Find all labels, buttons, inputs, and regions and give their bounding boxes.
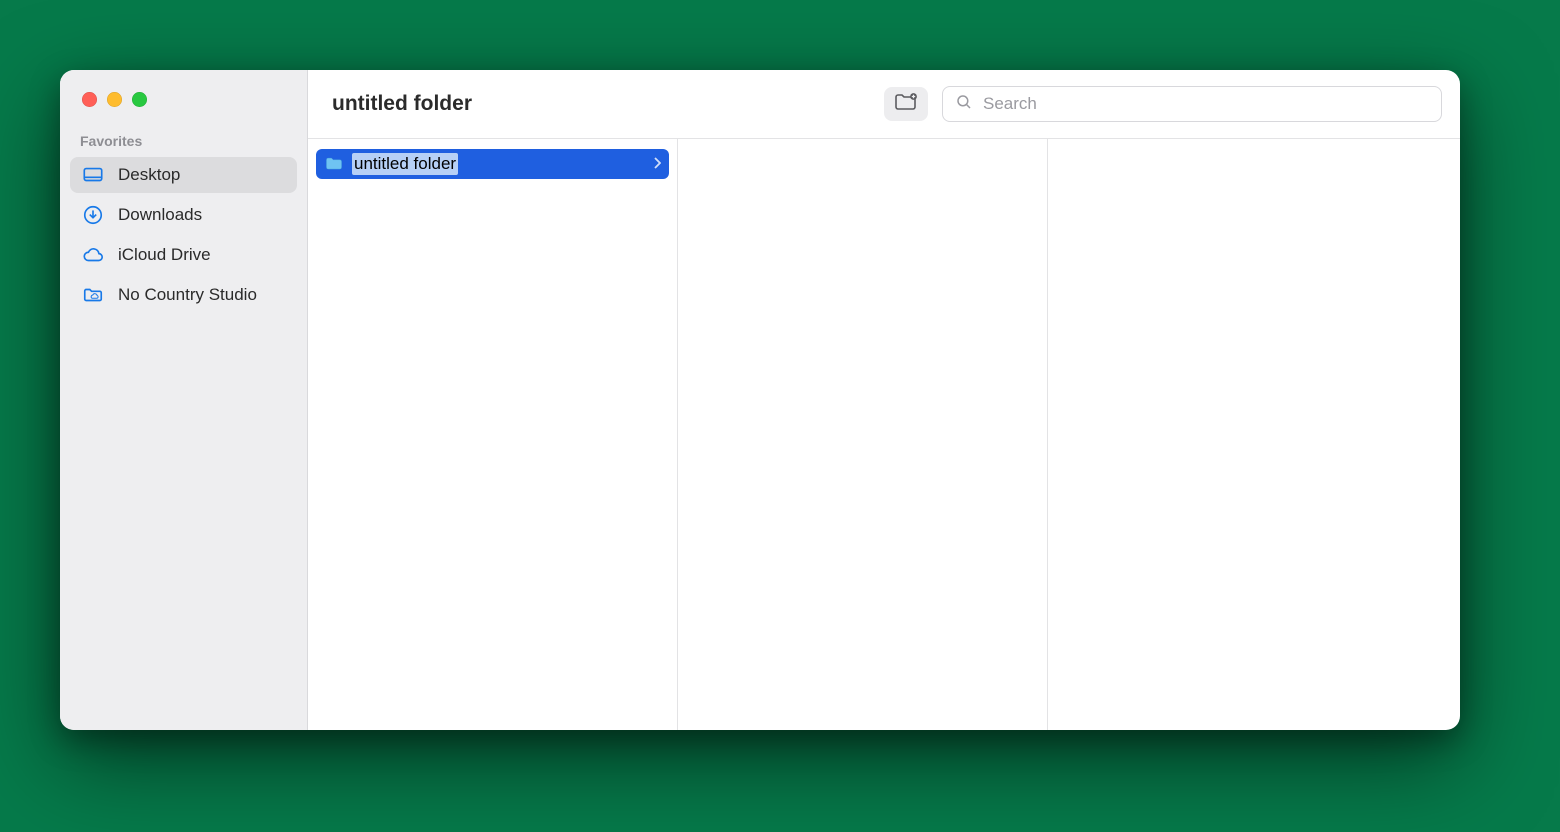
file-name-editing[interactable]: untitled folder [352,153,458,175]
chevron-right-icon [653,156,661,172]
sidebar-section-favorites: Favorites [60,121,307,155]
sidebar-item-downloads[interactable]: Downloads [70,197,297,233]
file-row[interactable]: untitled folder [316,149,669,179]
zoom-window-button[interactable] [132,92,147,107]
column-2[interactable] [678,139,1048,730]
toolbar: untitled folder [308,70,1460,138]
sidebar: Favorites Desktop Downloads [60,70,308,730]
close-window-button[interactable] [82,92,97,107]
cloud-icon [82,244,104,266]
sidebar-item-label: Desktop [118,165,180,185]
sidebar-item-label: No Country Studio [118,285,257,305]
sidebar-item-no-country-studio[interactable]: No Country Studio [70,277,297,313]
minimize-window-button[interactable] [107,92,122,107]
window-title: untitled folder [332,92,472,116]
search-icon [955,93,973,116]
column-view: untitled folder [308,138,1460,730]
sidebar-item-desktop[interactable]: Desktop [70,157,297,193]
main-content: untitled folder [308,70,1460,730]
sidebar-item-label: Downloads [118,205,202,225]
search-input[interactable] [983,94,1429,114]
column-1[interactable]: untitled folder [308,139,678,730]
new-folder-button[interactable] [884,87,928,121]
download-icon [82,204,104,226]
desktop-icon [82,164,104,186]
folder-cloud-icon [82,284,104,306]
search-field[interactable] [942,86,1442,122]
sidebar-item-label: iCloud Drive [118,245,211,265]
window-controls [60,70,307,121]
sidebar-item-icloud-drive[interactable]: iCloud Drive [70,237,297,273]
column-3[interactable] [1048,139,1460,730]
new-folder-icon [894,92,918,117]
folder-icon [324,154,344,174]
finder-window: Favorites Desktop Downloads [60,70,1460,730]
